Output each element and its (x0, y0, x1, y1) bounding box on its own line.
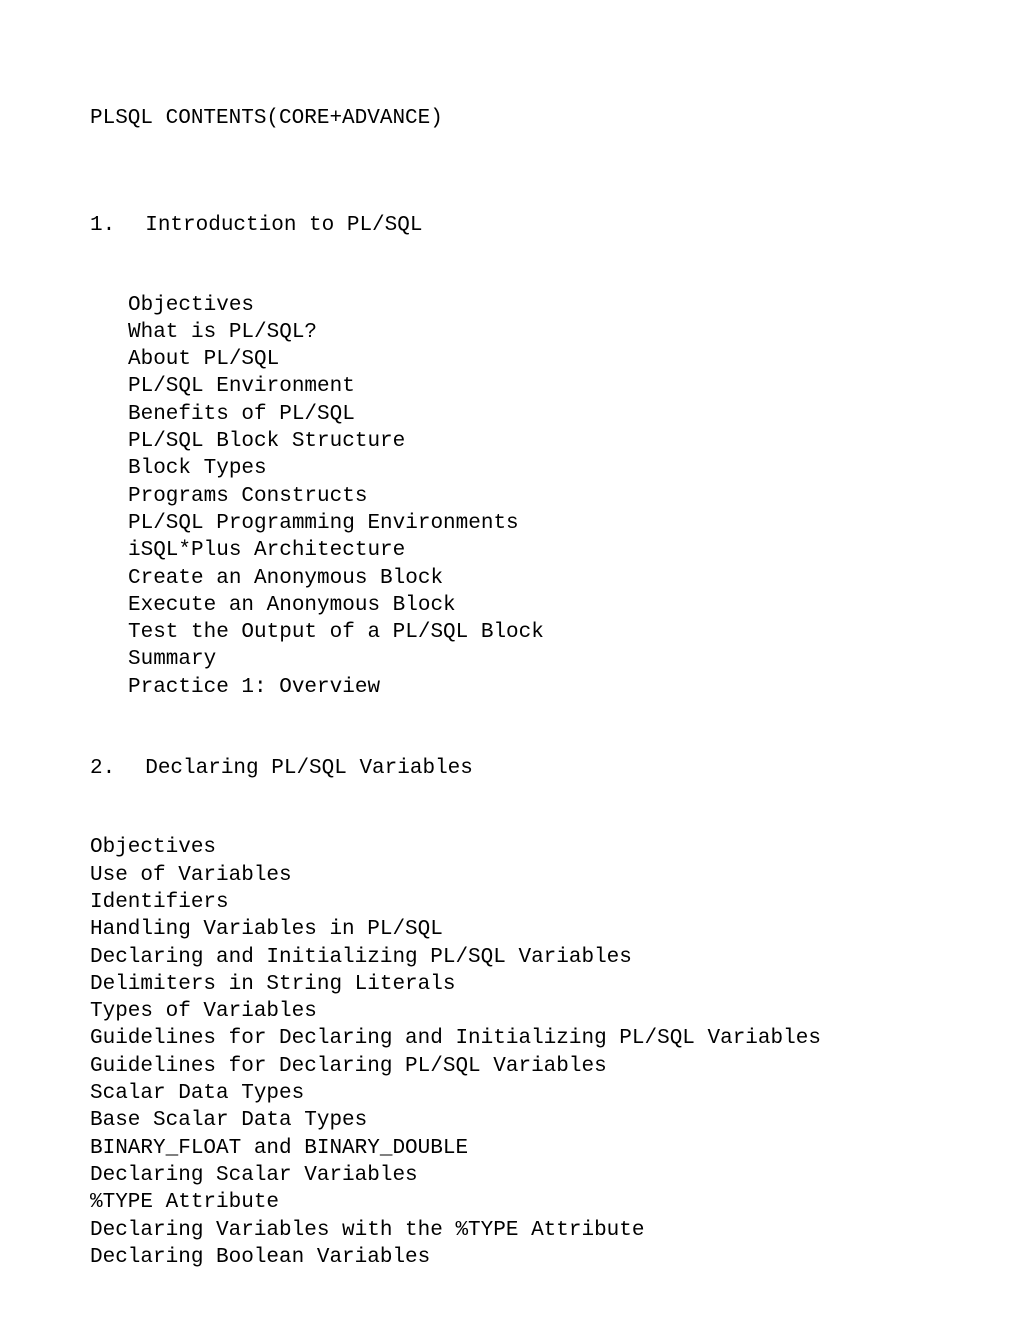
section-2-items: Objectives Use of Variables Identifiers … (90, 834, 930, 1271)
list-item: Declaring and Initializing PL/SQL Variab… (90, 944, 930, 971)
list-item: Delimiters in String Literals (90, 971, 930, 998)
list-item: Block Types (128, 455, 930, 482)
list-item: What is PL/SQL? (128, 319, 930, 346)
list-item: Base Scalar Data Types (90, 1107, 930, 1134)
list-item: Use of Variables (90, 862, 930, 889)
list-item: %TYPE Attribute (90, 1189, 930, 1216)
list-item: Execute an Anonymous Block (128, 592, 930, 619)
section-2-header: 2. Declaring PL/SQL Variables (90, 755, 930, 782)
section-1-items: Objectives What is PL/SQL? About PL/SQL … (90, 292, 930, 701)
list-item: Handling Variables in PL/SQL (90, 916, 930, 943)
list-item: Guidelines for Declaring PL/SQL Variable… (90, 1053, 930, 1080)
list-item: Types of Variables (90, 998, 930, 1025)
list-item: Create an Anonymous Block (128, 565, 930, 592)
section-1-number: 1. (90, 212, 115, 239)
list-item: Objectives (90, 834, 930, 861)
section-2-heading: Declaring PL/SQL Variables (145, 757, 473, 780)
list-item: PL/SQL Block Structure (128, 428, 930, 455)
list-item: Summary (128, 646, 930, 673)
list-item: Identifiers (90, 889, 930, 916)
list-item: Practice 1: Overview (128, 674, 930, 701)
section-1-header: 1. Introduction to PL/SQL (90, 212, 930, 239)
list-item: PL/SQL Programming Environments (128, 510, 930, 537)
list-item: Guidelines for Declaring and Initializin… (90, 1025, 930, 1052)
section-2-number: 2. (90, 755, 115, 782)
list-item: Declaring Variables with the %TYPE Attri… (90, 1217, 930, 1244)
list-item: Programs Constructs (128, 483, 930, 510)
section-1-heading: Introduction to PL/SQL (145, 214, 422, 237)
list-item: Declaring Scalar Variables (90, 1162, 930, 1189)
list-item: Scalar Data Types (90, 1080, 930, 1107)
list-item: iSQL*Plus Architecture (128, 537, 930, 564)
list-item: PL/SQL Environment (128, 373, 930, 400)
document-title: PLSQL CONTENTS(CORE+ADVANCE) (90, 105, 930, 132)
list-item: Objectives (128, 292, 930, 319)
list-item: Test the Output of a PL/SQL Block (128, 619, 930, 646)
list-item: BINARY_FLOAT and BINARY_DOUBLE (90, 1135, 930, 1162)
list-item: Benefits of PL/SQL (128, 401, 930, 428)
list-item: About PL/SQL (128, 346, 930, 373)
list-item: Declaring Boolean Variables (90, 1244, 930, 1271)
